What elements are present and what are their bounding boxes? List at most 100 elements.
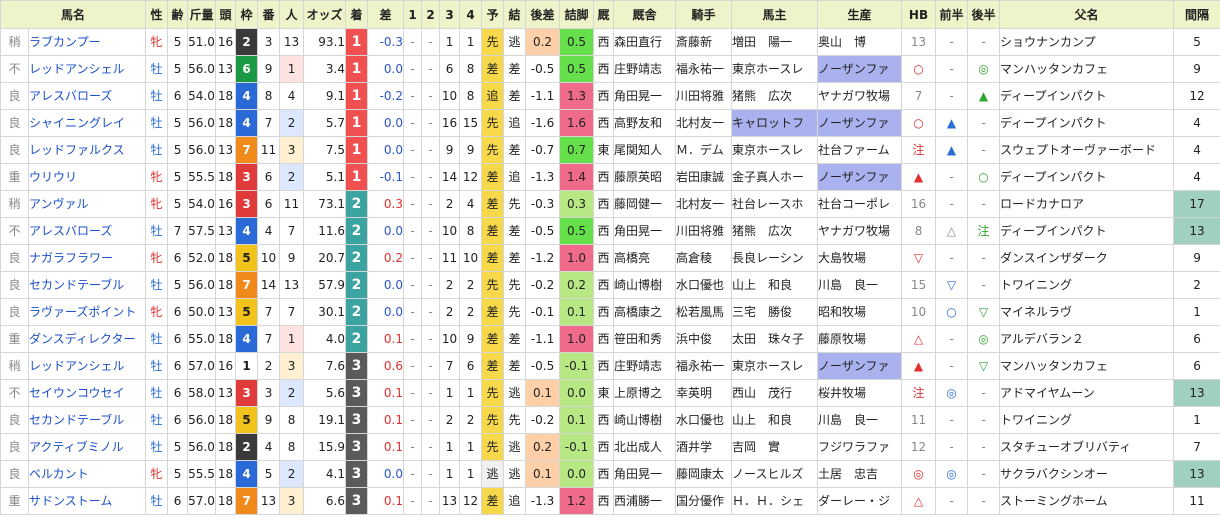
horse-name[interactable]: アンヴァル [27,190,147,218]
col-header-result-style[interactable]: 結 [503,0,527,29]
corner2: - [421,271,441,299]
hb-mark: ○ [901,55,937,83]
sire: サクラバクシンオー [999,460,1175,488]
finish-position: 2 [345,190,369,218]
col-header-heads[interactable]: 頭 [215,0,237,29]
result-style: 差 [503,325,527,353]
horse-name[interactable]: ベルカント [27,460,147,488]
table-row[interactable]: 良アレスバローズ牡 6 54.0 18 4 8 4 9.1 1 -0.2- -10 8 追差 -1.1 1.… [0,82,1220,110]
late-gap: -1.6 [525,109,561,137]
horse-name[interactable]: アレスバローズ [27,217,147,245]
weight: 57.5 [187,217,217,245]
table-row[interactable]: 稍レッドアンシェル牡 6 57.0 16 1 2 3 7.6 3 0.6- -7 6 差差 -0.5 -0.… [0,352,1220,380]
col-header-corner3[interactable]: 3 [439,0,461,29]
horse-name[interactable]: シャイニングレイ [27,109,147,137]
horse-name[interactable]: セイウンコウセイ [27,379,147,407]
jockey: 川田将雅 [675,217,733,245]
horse-name[interactable]: アクティブミノル [27,433,147,461]
horse-name[interactable]: レッドアンシェル [27,352,147,380]
table-row[interactable]: 良シャイニングレイ牡 5 56.0 18 4 7 2 5.7 1 0.0- -16 15 先追 -1.6 1… [0,109,1220,137]
table-row[interactable]: 重ウリウリ牝 5 55.5 18 3 6 2 5.1 1 -0.1- -14 12 差追 -1.3 1.4 西… [0,163,1220,191]
table-row[interactable]: 良ナガラフラワー牝 6 52.0 18 5 10 9 20.7 2 0.2- -11 10 差差 -1.2… [0,244,1220,272]
horse-number: 7 [257,109,281,137]
table-row[interactable]: 良ベルカント牝 5 55.5 18 4 5 2 4.1 3 0.0- -1 1 逃逃 0.1 0.0 西角田晃… [0,460,1220,488]
col-header-sex[interactable]: 性 [145,0,169,29]
jockey: 藤岡康太 [675,460,733,488]
col-header-owner[interactable]: 馬主 [731,0,819,29]
table-body: 稍ラブカンプー牝 5 51.0 16 2 3 13 93.1 1 -0.3- -1 1 先逃 0.2 0.5… [0,28,1220,515]
horse-number: 4 [257,217,281,245]
predicted-style: 差 [481,244,505,272]
horse-name[interactable]: ナガラフラワー [27,244,147,272]
breeder: ノーザンファ [817,352,903,380]
horse-name[interactable]: セカンドテーブル [27,271,147,299]
table-row[interactable]: 良セカンドテーブル牡 6 56.0 18 5 9 8 19.1 3 0.1- -2 2 先先 -0.2 0.… [0,406,1220,434]
odds: 19.1 [303,406,347,434]
col-header-closing-pace[interactable]: 詰脚 [559,0,595,29]
horse-name[interactable]: ラヴァーズポイント [27,298,147,326]
table-row[interactable]: 良アクティブミノル牡 5 56.0 18 2 4 8 15.9 3 0.1- -1 1 先逃 0.2 -0.… [0,433,1220,461]
table-row[interactable]: 稍ラブカンプー牝 5 51.0 16 2 3 13 93.1 1 -0.3- -1 1 先逃 0.2 0.5… [0,28,1220,56]
horse-name[interactable]: サドンストーム [27,487,147,515]
table-row[interactable]: 重ダンスディレクター牡 6 55.0 18 4 7 1 4.0 2 0.1- -10 9 差差 -1.1 1… [0,325,1220,353]
col-header-corner4[interactable]: 4 [459,0,483,29]
sex: 牝 [145,190,169,218]
jockey: 幸英明 [675,379,733,407]
col-header-weight[interactable]: 斤量 [187,0,217,29]
table-row[interactable]: 不セイウンコウセイ牡 6 58.0 13 3 3 2 5.6 3 0.1- -1 1 先逃 0.1 0.0 東… [0,379,1220,407]
table-row[interactable]: 良レッドファルクス牡 5 56.0 13 7 11 3 7.5 1 0.0- -9 9 先差 -0.7 0.… [0,136,1220,164]
horse-name[interactable]: アレスバローズ [27,82,147,110]
col-header-frame[interactable]: 枠 [235,0,259,29]
col-header-interval[interactable]: 間隔 [1173,0,1220,29]
table-row[interactable]: 稍アンヴァル牝 5 54.0 16 3 6 11 73.1 2 0.3- -2 4 差先 -0.3 0.3 西… [0,190,1220,218]
col-header-predicted[interactable]: 予 [481,0,505,29]
col-header-corner1[interactable]: 1 [403,0,423,29]
horse-name[interactable]: セカンドテーブル [27,406,147,434]
col-header-trainer[interactable]: 厩舎 [613,0,677,29]
horse-name[interactable]: レッドファルクス [27,136,147,164]
weight: 58.0 [187,379,217,407]
weight: 57.0 [187,352,217,380]
predicted-style: 先 [481,433,505,461]
table-row[interactable]: 良ラヴァーズポイント牝 6 50.0 13 5 7 7 30.1 2 0.0- -2 2 差先 -0.1 0… [0,298,1220,326]
col-header-second-half[interactable]: 後半 [967,0,1001,29]
second-half-mark: - [967,190,1001,218]
col-header-late-gap[interactable]: 後差 [525,0,561,29]
col-header-age[interactable]: 齢 [167,0,189,29]
field-size: 18 [215,163,237,191]
col-header-hb[interactable]: HB [901,0,937,29]
col-header-number[interactable]: 番 [257,0,281,29]
col-header-corner2[interactable]: 2 [421,0,441,29]
predicted-style: 追 [481,82,505,110]
owner: 社台レースホ [731,190,819,218]
second-half-mark: - [967,244,1001,272]
sex: 牡 [145,487,169,515]
horse-name[interactable]: ダンスディレクター [27,325,147,353]
col-header-popularity[interactable]: 人 [279,0,305,29]
col-header-stable-region[interactable]: 厩 [593,0,615,29]
table-row[interactable]: 不レッドアンシェル牡 5 56.0 13 6 9 1 3.4 1 0.0- -6 8 差差 -0.5 0.5… [0,55,1220,83]
col-header-margin[interactable]: 差 [367,0,405,29]
first-half-mark: - [935,190,969,218]
corner3: 1 [439,433,461,461]
popularity: 13 [279,28,305,56]
col-header-breeder[interactable]: 生産 [817,0,903,29]
col-header-jockey[interactable]: 騎手 [675,0,733,29]
sire: マンハッタンカフェ [999,352,1175,380]
track-condition: 良 [0,271,29,299]
col-header-odds[interactable]: オッズ [303,0,347,29]
table-row[interactable]: 良セカンドテーブル牡 5 56.0 18 7 14 13 57.9 2 0.0- -2 2 先先 -0.2… [0,271,1220,299]
table-row[interactable]: 重サドンストーム牡 6 57.0 18 7 13 3 6.6 3 0.1- -13 12 差追 -1.3 1… [0,487,1220,515]
result-style: 逃 [503,379,527,407]
horse-name[interactable]: ラブカンプー [27,28,147,56]
table-row[interactable]: 不アレスバローズ牡 7 57.5 13 4 4 7 11.6 2 0.0- -10 8 差差 -0.5 0.… [0,217,1220,245]
horse-name[interactable]: レッドアンシェル [27,55,147,83]
col-header-finish[interactable]: 着 [345,0,369,29]
sire: ダンスインザダーク [999,244,1175,272]
result-style: 追 [503,487,527,515]
weight: 56.0 [187,406,217,434]
horse-name[interactable]: ウリウリ [27,163,147,191]
col-header-name[interactable]: 馬名 [0,0,147,29]
col-header-sire[interactable]: 父名 [999,0,1175,29]
col-header-first-half[interactable]: 前半 [935,0,969,29]
